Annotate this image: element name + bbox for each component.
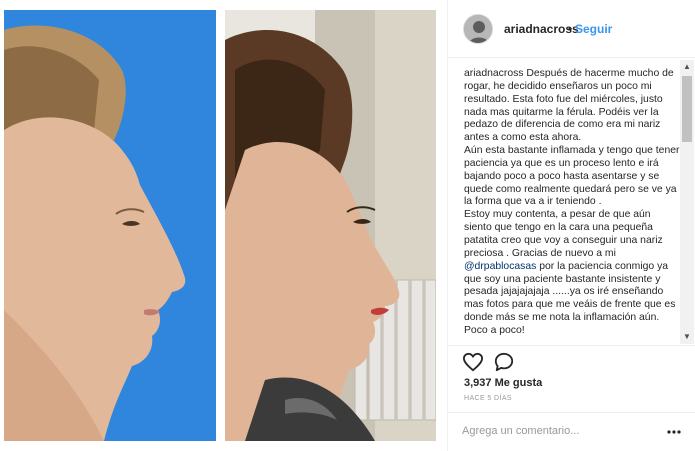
scroll-down-icon[interactable]: ▼ [680, 330, 694, 344]
separator-dot: • [568, 22, 573, 36]
caption-area: ariadnacross Después de hacerme mucho de… [464, 68, 680, 344]
avatar[interactable] [463, 14, 493, 44]
heart-icon[interactable] [462, 352, 484, 372]
divider [448, 345, 695, 346]
before-photo-image [4, 10, 216, 441]
caption-scrollbar[interactable]: ▲ ▼ [680, 60, 694, 344]
divider [448, 412, 695, 413]
comment-input[interactable] [462, 422, 652, 440]
after-photo-image [225, 10, 436, 441]
likes-count[interactable]: 3,937 Me gusta [464, 377, 542, 389]
mention-link[interactable]: @drpablocasas [464, 261, 536, 272]
post-header: ariadnacross • Seguir [448, 0, 695, 58]
caption-username[interactable]: ariadnacross [464, 68, 524, 79]
after-photo [225, 10, 436, 441]
scroll-thumb[interactable] [682, 76, 692, 142]
caption-body-start: Después de hacerme mucho de rogar, he de… [464, 68, 680, 259]
follow-button[interactable]: Seguir [575, 22, 612, 36]
post-timestamp: HACE 5 DÍAS [464, 395, 512, 402]
avatar-image [464, 15, 492, 43]
post-side-panel: ariadnacross • Seguir ariadnacross Despu… [447, 0, 695, 451]
comment-icon[interactable] [494, 352, 514, 372]
before-photo [4, 10, 216, 441]
post-photo-area [0, 0, 447, 451]
scroll-up-icon[interactable]: ▲ [680, 60, 694, 74]
more-options-icon[interactable] [666, 424, 682, 434]
caption-text: ariadnacross Después de hacerme mucho de… [464, 68, 680, 338]
